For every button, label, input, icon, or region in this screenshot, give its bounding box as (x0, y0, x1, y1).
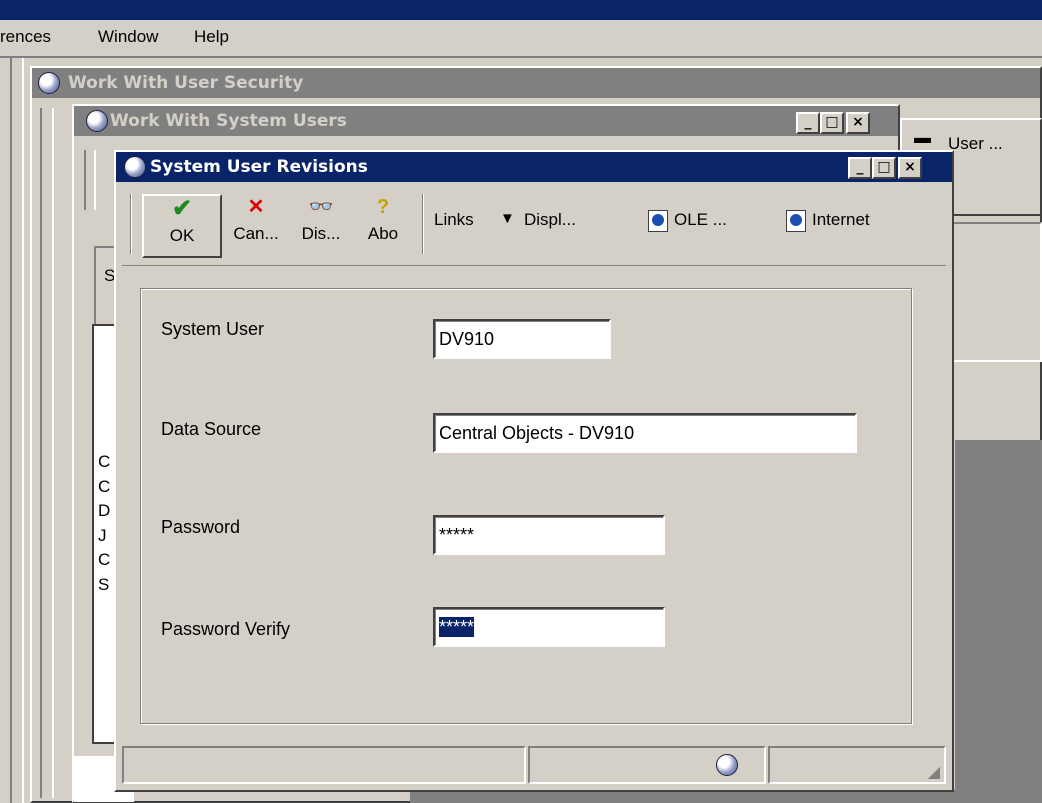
close-button[interactable]: × (846, 112, 870, 134)
password-label: Password (161, 517, 241, 537)
ole-menu[interactable]: OLE ... (674, 210, 727, 230)
system-user-field[interactable]: DV910 (433, 319, 611, 359)
revisions-titlebar: System User Revisions (116, 152, 952, 182)
system-user-revisions-window: System User Revisions _ □ × ✔ OK ✕ Can..… (114, 150, 954, 792)
minimize-button[interactable]: _ (796, 112, 820, 134)
password-verify-field[interactable]: ***** (433, 607, 665, 647)
maximize-button[interactable]: □ (872, 157, 896, 179)
system-users-title: Work With System Users (110, 111, 347, 131)
toolbar-grip (130, 194, 132, 254)
status-pane-2 (528, 746, 766, 784)
about-label: Abo (367, 224, 399, 243)
ok-label: OK (169, 226, 195, 245)
grid-row-fragments: C C D J C S (98, 450, 110, 597)
display-label: Dis... (301, 224, 341, 243)
table-row[interactable]: C (98, 548, 110, 573)
menu-bar: rences Window Help (0, 20, 1042, 56)
status-pane-3: ◢ (768, 746, 946, 784)
revisions-title: System User Revisions (150, 157, 368, 177)
password-verify-selected-text: ***** (439, 617, 475, 637)
toolbar-separator (422, 194, 424, 254)
user-tab-label[interactable]: User ... (948, 134, 1003, 154)
maximize-button[interactable]: □ (820, 112, 844, 134)
left-splitter (40, 108, 54, 798)
system-users-titlebar: Work With System Users (74, 106, 898, 136)
cancel-button[interactable]: ✕ Can... (226, 194, 286, 254)
app-globe-icon (38, 72, 60, 94)
table-row[interactable]: C (98, 475, 110, 500)
toolbar: ✔ OK ✕ Can... 👓 Dis... ? Abo Links ▼ Dis… (122, 188, 946, 266)
toolbar-grip (84, 150, 96, 210)
mdi-background (955, 440, 1042, 803)
menu-preferences[interactable]: rences (0, 27, 51, 47)
password-field[interactable]: ***** (433, 515, 665, 555)
data-source-field[interactable]: Central Objects - DV910 (433, 413, 857, 453)
user-security-titlebar: Work With User Security (32, 68, 1040, 98)
cancel-x-icon: ✕ (247, 196, 265, 218)
right-subpanel (940, 222, 1042, 362)
table-row[interactable]: J (98, 524, 110, 549)
help-pointer-icon: ? (376, 196, 390, 218)
frame-rail (10, 58, 24, 803)
table-row[interactable]: S (98, 573, 110, 598)
user-security-title: Work With User Security (68, 73, 304, 93)
system-user-label: System User (161, 319, 265, 339)
app-globe-icon (124, 156, 146, 178)
ok-button[interactable]: ✔ OK (142, 194, 222, 258)
form-panel: System User DV910 Data Source Central Ob… (140, 288, 912, 724)
app-title-stripe (0, 0, 1042, 20)
internet-icon (786, 210, 806, 232)
minimize-button[interactable]: _ (848, 157, 872, 179)
ole-icon (648, 210, 668, 232)
resize-grip-icon[interactable]: ◢ (928, 762, 940, 782)
cancel-label: Can... (233, 224, 279, 243)
status-globe-icon (716, 754, 738, 776)
dropdown-arrow-icon[interactable]: ▼ (500, 210, 515, 227)
checkmark-icon: ✔ (171, 195, 193, 222)
status-pane-1 (122, 746, 526, 784)
menu-help[interactable]: Help (194, 27, 229, 47)
display-button[interactable]: 👓 Dis... (294, 194, 348, 254)
links-menu[interactable]: Links (434, 210, 474, 230)
menu-divider (0, 56, 1042, 58)
menu-window[interactable]: Window (98, 27, 158, 47)
app-globe-icon (86, 110, 108, 132)
table-row[interactable]: C (98, 450, 110, 475)
dash-icon: ▬ (914, 128, 931, 147)
close-button[interactable]: × (898, 157, 922, 179)
table-row[interactable]: D (98, 499, 110, 524)
glasses-icon: 👓 (308, 196, 334, 218)
internet-menu[interactable]: Internet (812, 210, 870, 230)
password-verify-label: Password Verify (161, 619, 291, 639)
data-source-label: Data Source (161, 419, 262, 439)
about-button[interactable]: ? Abo (356, 194, 410, 254)
display-menu[interactable]: Displ... (524, 210, 576, 230)
